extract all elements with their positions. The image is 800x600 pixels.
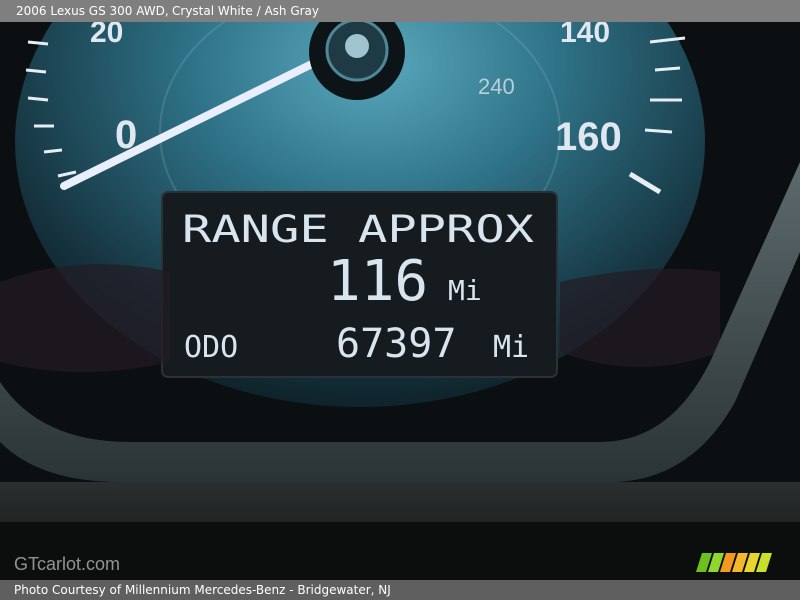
vehicle-title: 2006 Lexus GS 300 AWD,: [16, 4, 169, 18]
kmh-label-240: 240: [478, 74, 515, 99]
odo-label: ODO: [184, 330, 238, 365]
caption-bar: 2006 Lexus GS 300 AWD, Crystal White / A…: [0, 0, 800, 22]
odo-unit: Mi: [493, 330, 529, 365]
photo-credit: Photo Courtesy of Millennium Mercedes-Be…: [14, 583, 391, 597]
photo-credit-bar: Photo Courtesy of Millennium Mercedes-Be…: [0, 580, 800, 600]
odo-value: 67397: [336, 321, 456, 367]
range-value: 116: [327, 249, 428, 314]
range-unit: Mi: [448, 274, 482, 307]
instrument-cluster-photo: 20 0 140 160 240 RANGE APPROX 116 Mi ODO…: [0, 22, 800, 580]
watermark-text: GTcarlot.com: [14, 554, 120, 574]
speed-label-140: 140: [560, 22, 610, 49]
range-approx-label: RANGE APPROX: [182, 208, 534, 251]
vehicle-colors: Crystal White / Ash Gray: [172, 4, 320, 18]
speed-label-20: 20: [90, 22, 123, 49]
speed-label-160: 160: [555, 115, 622, 159]
cluster-illustration: 20 0 140 160 240 RANGE APPROX 116 Mi ODO…: [0, 22, 800, 580]
